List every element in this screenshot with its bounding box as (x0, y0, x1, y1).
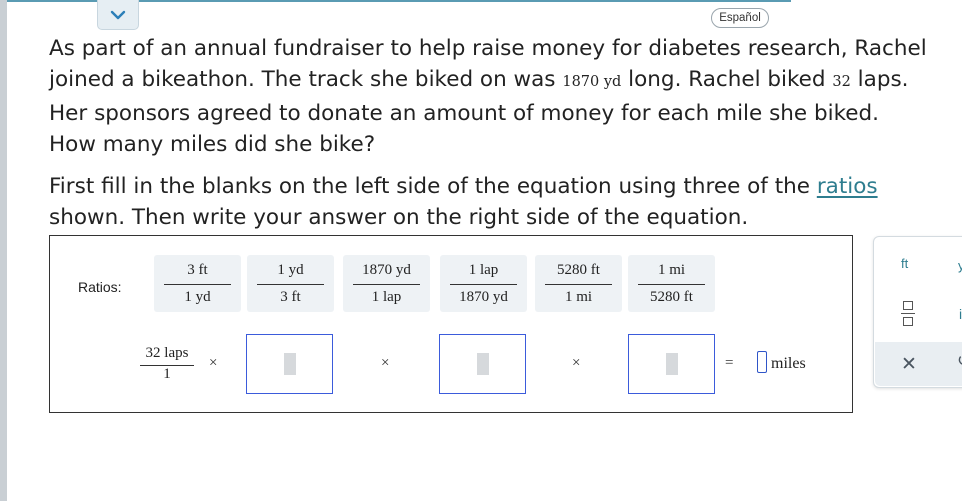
fraction-bar (164, 284, 231, 285)
ratio-numerator: 5280 ft (557, 262, 600, 278)
fraction-bar (257, 284, 324, 285)
ratios-link[interactable]: ratios (817, 174, 878, 199)
track-length: 1870 yd (562, 74, 622, 90)
instructions-text: First fill in the blanks on the left sid… (49, 171, 929, 233)
times-sign: × (381, 355, 390, 371)
ratio-tile-ft-per-yd[interactable]: 3 ft 1 yd (154, 255, 241, 312)
ratio-drop-slot-1[interactable] (246, 334, 333, 394)
ratio-denominator: 1870 yd (459, 289, 508, 305)
times-sign: × (209, 355, 218, 371)
chevron-down-icon (110, 5, 126, 24)
equals-sign: = (725, 355, 734, 371)
toolbar-action-bar (875, 342, 962, 386)
ratio-denominator: 3 ft (280, 289, 301, 305)
ratio-denominator: 1 lap (371, 289, 402, 305)
fraction-bar (545, 284, 612, 285)
given-denominator: 1 (163, 366, 171, 382)
ratios-label: Ratios: (78, 279, 122, 295)
given-fraction: 32 laps 1 (138, 345, 196, 383)
ratio-tile-mi-per-ft[interactable]: 1 mi 5280 ft (628, 255, 715, 312)
answer-unit-label: miles (771, 355, 806, 372)
fraction-bar (638, 284, 705, 285)
empty-slot-marker (666, 353, 678, 375)
fraction-bar (353, 284, 420, 285)
fraction-template-icon[interactable] (901, 301, 915, 329)
ratio-numerator: 1870 yd (362, 262, 411, 278)
laps-count: 32 (832, 74, 851, 90)
math-input-toolbar: ft y i ✕ ↺ (873, 236, 962, 388)
ratio-numerator: 1 lap (468, 262, 499, 278)
ratio-numerator: 3 ft (187, 262, 208, 278)
unit-ft-button[interactable]: ft (901, 256, 908, 271)
ratio-tile-yd-per-lap[interactable]: 1870 yd 1 lap (343, 255, 430, 312)
clear-icon[interactable]: ✕ (901, 353, 917, 376)
undo-icon[interactable]: ↺ (957, 351, 962, 371)
left-edge-strip (0, 0, 7, 501)
empty-slot-marker (284, 353, 296, 375)
answer-input[interactable] (757, 351, 767, 373)
ratio-drop-slot-3[interactable] (628, 334, 715, 394)
times-sign: × (572, 355, 581, 371)
fraction-bar (450, 284, 517, 285)
question-text: As part of an annual fundraiser to help … (49, 33, 929, 160)
ratio-tile-ft-per-mi[interactable]: 5280 ft 1 mi (535, 255, 622, 312)
ratio-denominator: 1 mi (564, 289, 593, 305)
equation-panel: Ratios: 3 ft 1 yd 1 yd 3 ft 1870 yd 1 la… (49, 235, 853, 413)
instructions-part-1: First fill in the blanks on the left sid… (49, 174, 817, 199)
ratio-numerator: 1 mi (657, 262, 686, 278)
ratio-tile-lap-per-yd[interactable]: 1 lap 1870 yd (440, 255, 527, 312)
ratio-drop-slot-2[interactable] (439, 334, 526, 394)
ratio-numerator: 1 yd (277, 262, 304, 278)
question-part-2: long. Rachel biked (621, 67, 833, 92)
given-numerator: 32 laps (145, 345, 189, 361)
ratio-tile-yd-per-ft[interactable]: 1 yd 3 ft (247, 255, 334, 312)
instructions-part-2: shown. Then write your answer on the rig… (49, 205, 749, 230)
ratio-denominator: 1 yd (184, 289, 211, 305)
collapse-button[interactable] (97, 0, 139, 30)
unit-partial-button[interactable]: y (958, 258, 962, 273)
espanol-button[interactable]: Español (711, 8, 769, 28)
empty-slot-marker (477, 353, 489, 375)
ratio-denominator: 5280 ft (650, 289, 693, 305)
